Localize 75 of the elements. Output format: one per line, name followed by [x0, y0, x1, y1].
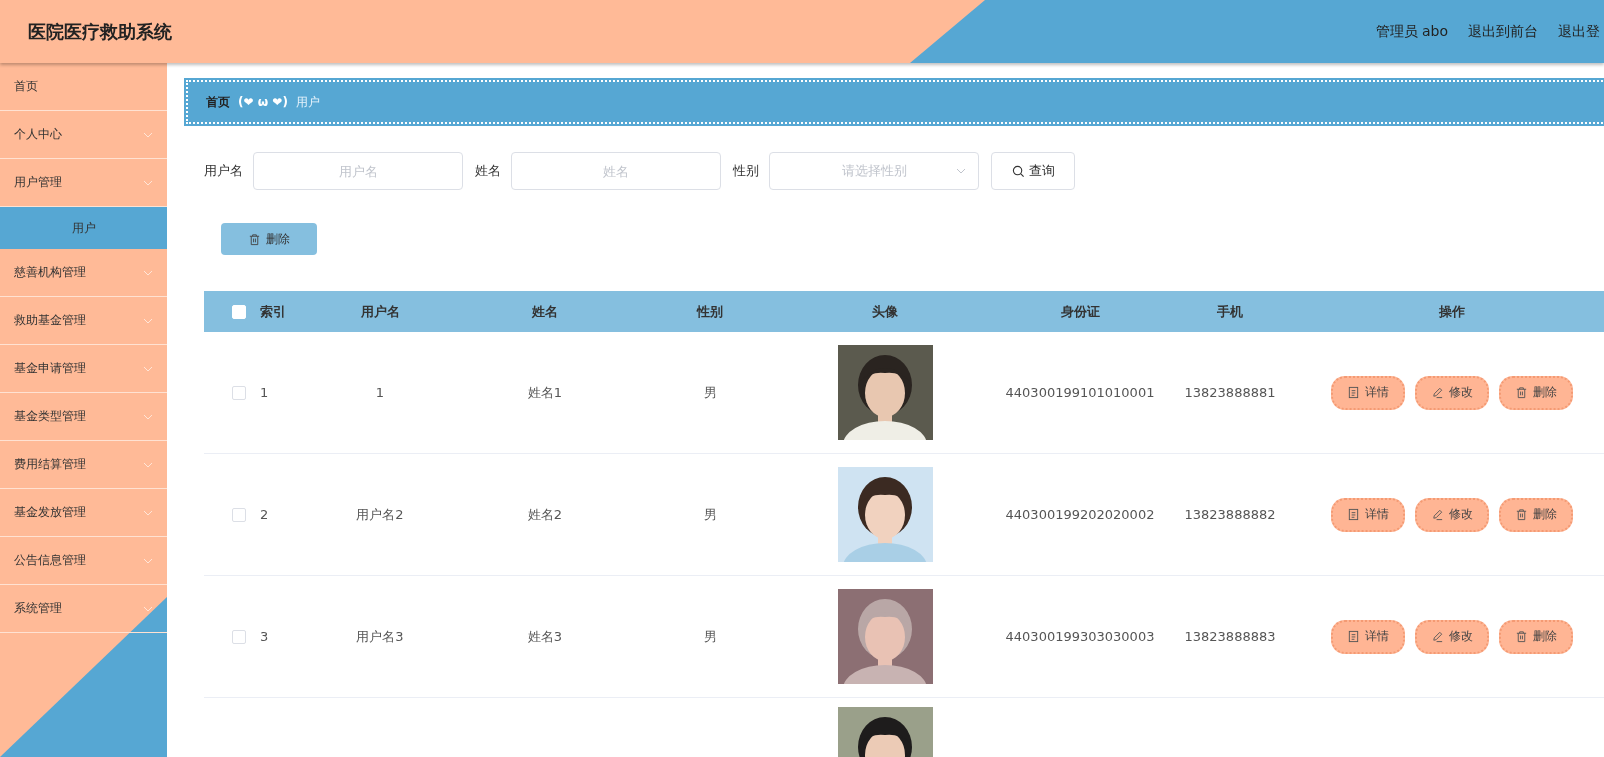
row-checkbox[interactable] [232, 507, 246, 522]
breadcrumb-current: 用户 [295, 93, 320, 111]
delete-button[interactable]: 删除 [1499, 619, 1573, 654]
pencil-icon [1431, 386, 1444, 399]
table-cell: 3 [260, 629, 269, 644]
table-cell: 13823888883 [1184, 629, 1276, 644]
table-cell: 用户名3 [356, 627, 404, 646]
header-link[interactable]: 退出到前台 [1468, 22, 1538, 41]
select-all-checkbox[interactable] [232, 304, 246, 319]
trash-icon [248, 232, 261, 246]
table-cell: 姓名2 [527, 505, 563, 524]
delete-button[interactable]: 删除 [1499, 375, 1573, 410]
document-icon [1347, 386, 1360, 399]
field-label: 用户名 [204, 162, 243, 180]
column-header: 手机 [1217, 302, 1243, 321]
edit-button[interactable]: 修改 [1415, 619, 1489, 654]
table-cell: 440300199101010001 [1005, 385, 1155, 400]
search-field[interactable]: 姓名 [511, 152, 721, 190]
edit-button[interactable]: 修改 [1415, 375, 1489, 410]
edit-button[interactable]: 修改 [1415, 497, 1489, 532]
sidebar-item[interactable]: 费用结算管理 [0, 441, 167, 489]
column-header: 索引 [260, 302, 286, 321]
document-icon [1347, 508, 1360, 521]
table-cell: 男 [703, 627, 717, 646]
breadcrumb-separator: (❤ ω ❤) [238, 95, 288, 109]
sidebar-subitem[interactable]: 用户 [0, 207, 167, 249]
trash-icon [1515, 386, 1528, 399]
column-header: 操作 [1439, 302, 1465, 321]
sidebar-item[interactable]: 慈善机构管理 [0, 249, 167, 297]
table-cell: 440300199202020002 [1005, 507, 1155, 522]
table-cell: 姓名3 [527, 627, 563, 646]
sidebar-item[interactable]: 公告信息管理 [0, 537, 167, 585]
column-header: 头像 [872, 302, 898, 321]
column-header: 身份证 [1060, 302, 1100, 321]
table-cell: 440300199303030003 [1005, 629, 1155, 644]
table-cell: 1 [260, 385, 269, 400]
document-icon [1347, 630, 1360, 643]
field-label: 姓名 [475, 162, 501, 180]
sidebar-item[interactable]: 基金申请管理 [0, 345, 167, 393]
sidebar-item[interactable]: 个人中心 [0, 111, 167, 159]
delete-button[interactable]: 删除 [221, 223, 317, 255]
trash-icon [1515, 508, 1528, 521]
breadcrumb-link[interactable]: 首页 [206, 93, 230, 111]
sidebar-item[interactable]: 首页 [0, 63, 167, 111]
table-cell: 1 [375, 385, 385, 400]
search-button[interactable]: 查询 [991, 152, 1075, 190]
row-checkbox[interactable] [232, 385, 246, 400]
pencil-icon [1431, 630, 1444, 643]
table-cell: 男 [703, 505, 717, 524]
detail-button[interactable]: 详情 [1331, 375, 1405, 410]
app-title: 医院医疗救助系统 [28, 19, 172, 44]
sidebar-item[interactable]: 基金发放管理 [0, 489, 167, 537]
table-cell: 姓名1 [527, 383, 563, 402]
table-cell: 男 [703, 383, 717, 402]
sidebar-item[interactable]: 救助基金管理 [0, 297, 167, 345]
chevron-icon [956, 168, 966, 174]
table-cell: 13823888882 [1184, 507, 1276, 522]
field-label: 性别 [733, 162, 759, 180]
table-cell: 用户名2 [356, 505, 404, 524]
column-header: 姓名 [532, 302, 558, 321]
delete-button[interactable]: 删除 [1499, 497, 1573, 532]
row-checkbox[interactable] [232, 629, 246, 644]
table-cell: 2 [260, 507, 269, 522]
pencil-icon [1431, 508, 1444, 521]
header-link[interactable]: 退出登 [1558, 22, 1600, 41]
column-header: 用户名 [360, 302, 400, 321]
sidebar-item[interactable]: 基金类型管理 [0, 393, 167, 441]
admin-label: 管理员 abo [1375, 22, 1448, 41]
search-field[interactable]: 用户名 [253, 152, 463, 190]
detail-button[interactable]: 详情 [1331, 619, 1405, 654]
trash-icon [1515, 630, 1528, 643]
table-cell: 13823888881 [1184, 385, 1276, 400]
detail-button[interactable]: 详情 [1331, 497, 1405, 532]
search-icon [1011, 164, 1025, 178]
column-header: 性别 [697, 302, 723, 321]
